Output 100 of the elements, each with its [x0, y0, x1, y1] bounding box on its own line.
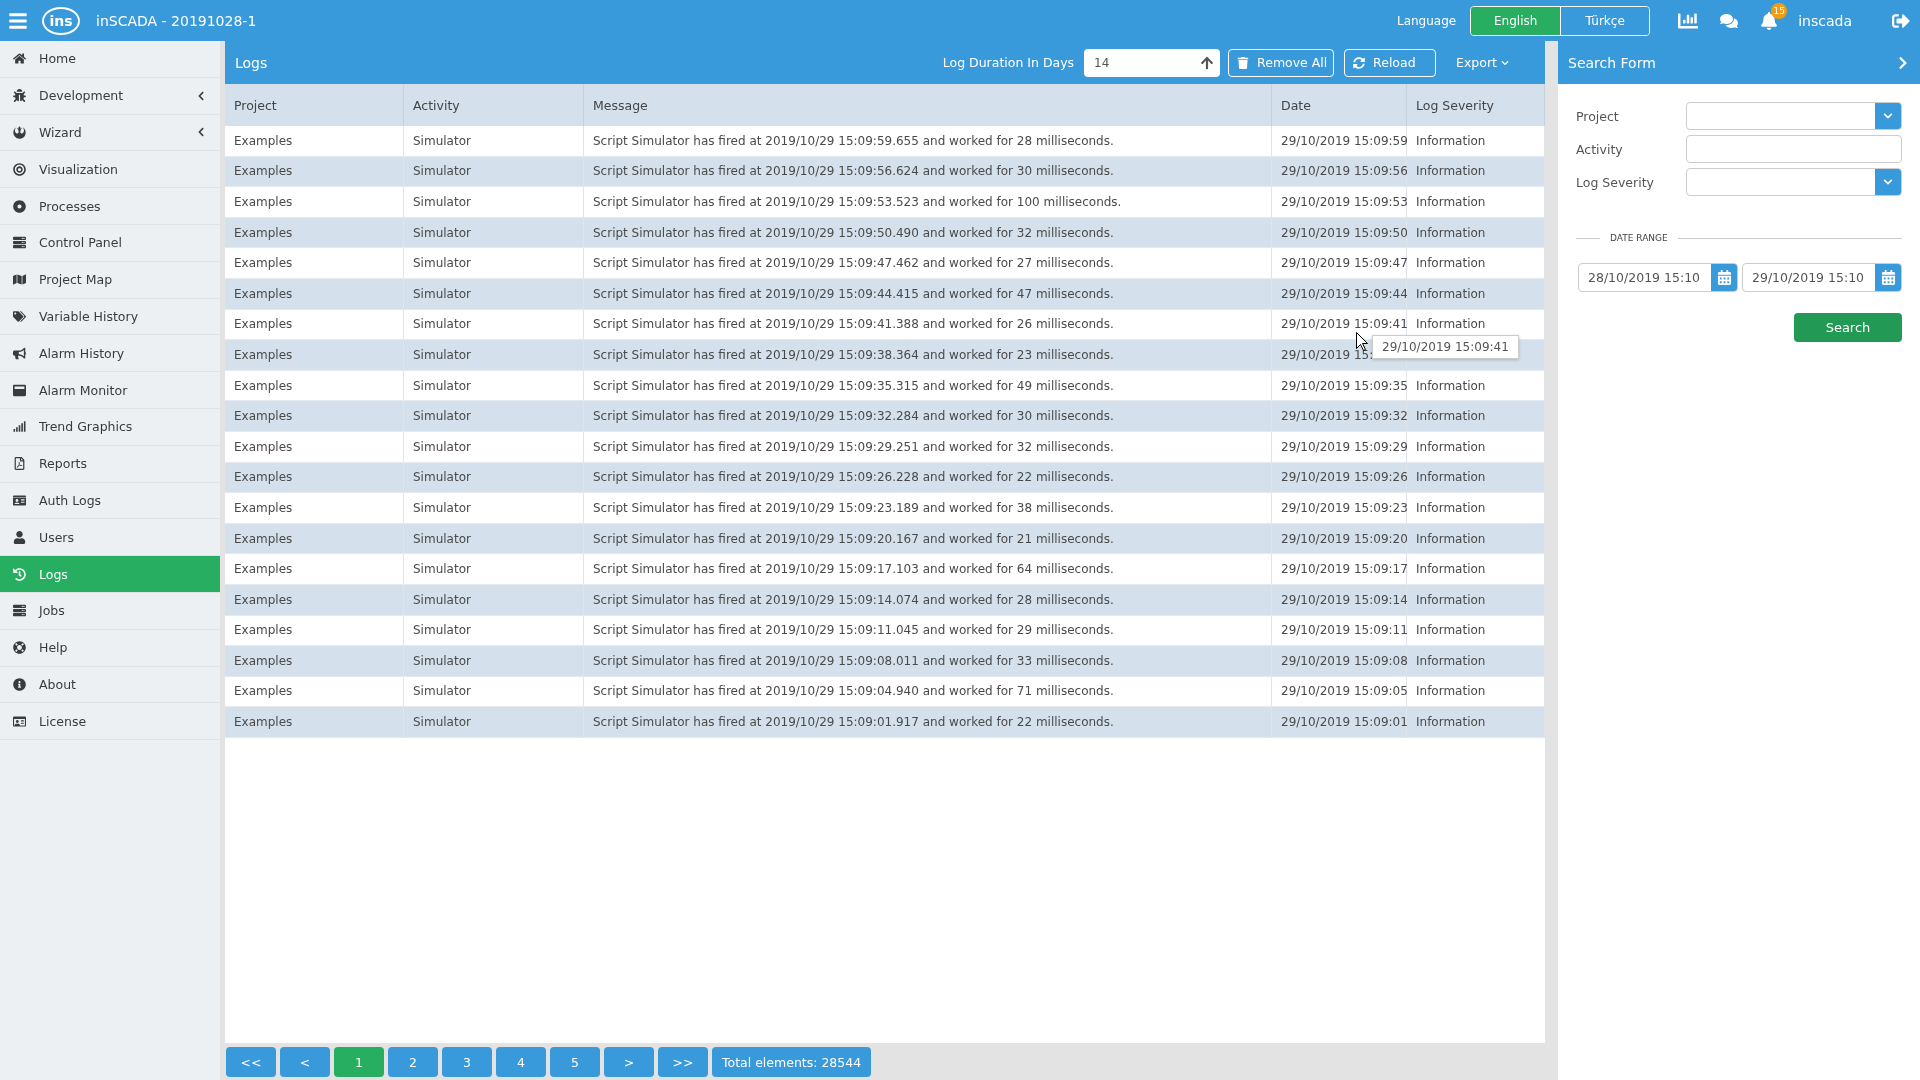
date-field[interactable]: 28/10/2019 15:10 [1578, 263, 1738, 292]
sidebar-item[interactable]: Variable History [0, 298, 220, 336]
sidebar-item[interactable]: Reports [0, 445, 220, 483]
message-cell: Script Simulator has fired at 2019/10/29 15:09:29.251 and worked for 32 milliseconds. [593, 439, 1114, 454]
search-button[interactable]: Search [1794, 313, 1902, 342]
message-cell: Script Simulator has fired at 2019/10/29 15:09:14.074 and worked for 28 milliseconds. [593, 592, 1114, 607]
sidebar-item[interactable]: Help [0, 629, 220, 667]
severity-cell: Information [1416, 195, 1486, 209]
column-header[interactable]: Log Severity [1407, 84, 1545, 126]
sidebar-item[interactable]: Alarm History [0, 335, 220, 373]
map-icon [12, 273, 27, 287]
date-cell: 29/10/2019 15: [1281, 347, 1374, 362]
project-cell: Examples [234, 592, 293, 607]
project-cell: Examples [234, 500, 293, 515]
bug-icon [12, 89, 27, 103]
severity-cell: Information [1416, 164, 1486, 179]
message-cell: Script Simulator has fired at 2019/10/29 15:09:38.364 and worked for 23 milliseconds. [593, 347, 1114, 362]
select-field[interactable] [1686, 168, 1902, 196]
sidebar-item[interactable]: Processes [0, 188, 220, 225]
severity-cell: Information [1416, 653, 1486, 668]
activity-cell: Simulator [413, 409, 471, 424]
message-cell: Script Simulator has fired at 2019/10/29 15:09:01.917 and worked for 22 milliseconds. [593, 715, 1114, 730]
column-header[interactable]: Date [1272, 84, 1407, 126]
date-field[interactable]: 29/10/2019 15:10 [1742, 263, 1902, 292]
calendar-icon[interactable] [1875, 264, 1901, 291]
select-field[interactable] [1686, 102, 1902, 130]
field-label: Log Severity [1576, 174, 1655, 190]
user-icon [12, 530, 27, 544]
id-card-icon [12, 714, 27, 728]
message-cell: Script Simulator has fired at 2019/10/29 15:09:59.655 and worked for 28 milliseconds. [593, 133, 1114, 148]
project-cell: Examples [234, 195, 293, 209]
sidebar-item[interactable]: Jobs [0, 592, 220, 630]
field-label: Activity [1576, 141, 1624, 157]
severity-cell: Information [1416, 592, 1486, 607]
field-label: Project [1576, 108, 1620, 124]
activity-cell: Simulator [413, 470, 471, 485]
duration-label: Log Duration In Days [942, 55, 1075, 70]
dropdown-icon[interactable] [1875, 103, 1901, 129]
date-cell: 29/10/2019 15:09:08 [1281, 653, 1408, 668]
sidebar-item[interactable]: Trend Graphics [0, 408, 220, 446]
message-cell: Script Simulator has fired at 2019/10/29 15:09:47.462 and worked for 27 milliseconds. [593, 256, 1114, 271]
total-elements: Total elements: 28544 [712, 1047, 872, 1077]
sidebar-item[interactable]: Project Map [0, 261, 220, 299]
sidebar-item[interactable]: Control Panel [0, 225, 220, 262]
activity-cell: Simulator [413, 715, 471, 730]
date-cell: 29/10/2019 15:09:29 [1281, 439, 1408, 454]
activity-cell: Simulator [413, 592, 471, 607]
calendar-icon[interactable] [1711, 264, 1737, 291]
message-cell: Script Simulator has fired at 2019/10/29 15:09:08.011 and worked for 33 milliseconds. [593, 653, 1114, 668]
notification-badge: 15 [1771, 2, 1788, 19]
sidebar-item[interactable]: License [0, 703, 220, 741]
column-header[interactable]: Activity [404, 84, 584, 126]
input-field[interactable] [1686, 135, 1902, 163]
panel-title: Logs [235, 54, 269, 71]
chat-icon[interactable] [1720, 11, 1739, 30]
date-cell: 29/10/2019 15:09:50 [1281, 225, 1408, 240]
project-cell: Examples [234, 715, 293, 730]
date-cell: 29/10/2019 15:09:05 [1281, 684, 1408, 699]
severity-cell: Information [1416, 409, 1486, 424]
dropdown-icon[interactable] [1875, 169, 1901, 195]
duration-field[interactable]: 14 [1084, 48, 1221, 77]
id-card-icon [12, 493, 27, 507]
activity-cell: Simulator [413, 164, 471, 179]
project-cell: Examples [234, 317, 293, 332]
refresh-icon [1353, 56, 1366, 69]
column-header[interactable]: Project [225, 84, 404, 126]
project-cell: Examples [234, 225, 293, 240]
sidebar-item[interactable]: Development [0, 77, 220, 115]
date-cell: 29/10/2019 15:09:26 [1281, 470, 1408, 485]
sidebar-item[interactable]: Home [0, 41, 220, 78]
project-cell: Examples [234, 470, 293, 485]
activity-cell: Simulator [413, 225, 471, 240]
severity-cell: Information [1416, 133, 1486, 148]
activity-cell: Simulator [413, 562, 471, 577]
sidebar-item[interactable]: About [0, 666, 220, 704]
date-cell: 29/10/2019 15:09:23 [1281, 500, 1408, 515]
menu-icon[interactable] [8, 10, 28, 31]
message-cell: Script Simulator has fired at 2019/10/29 15:09:23.189 and worked for 38 milliseconds. [593, 500, 1114, 515]
severity-cell: Information [1416, 470, 1486, 485]
arrow-up-icon[interactable] [1200, 55, 1215, 70]
server-icon [12, 604, 27, 618]
message-cell: Script Simulator has fired at 2019/10/29 15:09:41.388 and worked for 26 milliseconds. [593, 317, 1114, 332]
sidebar-item[interactable]: Visualization [0, 151, 220, 189]
message-cell: Script Simulator has fired at 2019/10/29 15:09:17.103 and worked for 64 milliseconds. [593, 562, 1114, 577]
severity-cell: Information [1416, 623, 1486, 638]
date-cell: 29/10/2019 15:09:35 [1281, 378, 1408, 393]
date-cell: 29/10/2019 15:09:32 [1281, 409, 1408, 424]
message-cell: Script Simulator has fired at 2019/10/29 15:09:26.228 and worked for 22 milliseconds. [593, 470, 1114, 485]
severity-cell: Information [1416, 531, 1486, 546]
message-cell: Script Simulator has fired at 2019/10/29 15:09:44.415 and worked for 47 milliseconds. [593, 286, 1114, 301]
sidebar-item[interactable]: Alarm Monitor [0, 372, 220, 409]
logout-icon[interactable] [1892, 11, 1910, 30]
column-header[interactable]: Message [584, 84, 1272, 126]
history-icon [12, 567, 27, 581]
sidebar-item[interactable]: Auth Logs [0, 482, 220, 520]
caret-icon [1501, 58, 1509, 67]
emblem-icon [12, 126, 27, 139]
activity-cell: Simulator [413, 378, 471, 393]
activity-cell: Simulator [413, 653, 471, 668]
sidebar-item[interactable]: Wizard [0, 114, 220, 152]
